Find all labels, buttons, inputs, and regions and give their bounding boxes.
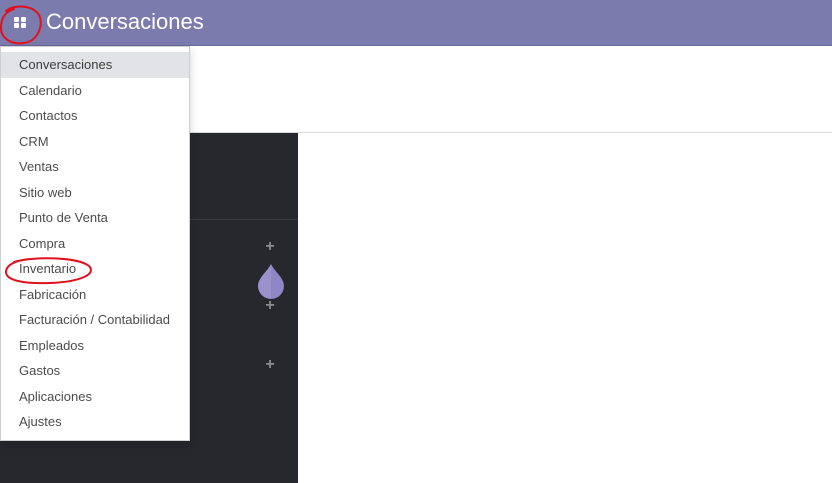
- main-content: [298, 133, 832, 483]
- menu-item-ventas[interactable]: Ventas: [1, 154, 189, 180]
- grid-icon: [14, 16, 26, 28]
- menu-item-fabricacion[interactable]: Fabricación: [1, 282, 189, 308]
- menu-item-ajustes[interactable]: Ajustes: [1, 409, 189, 435]
- apps-menu-toggle[interactable]: [2, 6, 38, 38]
- menu-item-inventario[interactable]: Inventario: [1, 256, 189, 282]
- add-message-plus-icon[interactable]: +: [264, 298, 276, 314]
- menu-item-aplicaciones[interactable]: Aplicaciones: [1, 384, 189, 410]
- add-channel-plus-icon[interactable]: +: [264, 239, 276, 255]
- menu-item-calendario[interactable]: Calendario: [1, 78, 189, 104]
- top-navbar: Conversaciones: [0, 0, 832, 46]
- menu-item-compra[interactable]: Compra: [1, 231, 189, 257]
- menu-item-gastos[interactable]: Gastos: [1, 358, 189, 384]
- app-title: Conversaciones: [46, 9, 204, 34]
- menu-item-empleados[interactable]: Empleados: [1, 333, 189, 359]
- menu-item-crm[interactable]: CRM: [1, 129, 189, 155]
- apps-dropdown-menu: Conversaciones Calendario Contactos CRM …: [0, 46, 190, 441]
- drop-icon: [258, 264, 284, 299]
- add-chat-plus-icon[interactable]: +: [264, 357, 276, 373]
- menu-item-contactos[interactable]: Contactos: [1, 103, 189, 129]
- menu-item-punto-de-venta[interactable]: Punto de Venta: [1, 205, 189, 231]
- menu-item-facturacion-contabilidad[interactable]: Facturación / Contabilidad: [1, 307, 189, 333]
- menu-item-sitio-web[interactable]: Sitio web: [1, 180, 189, 206]
- menu-item-conversaciones[interactable]: Conversaciones: [1, 52, 189, 78]
